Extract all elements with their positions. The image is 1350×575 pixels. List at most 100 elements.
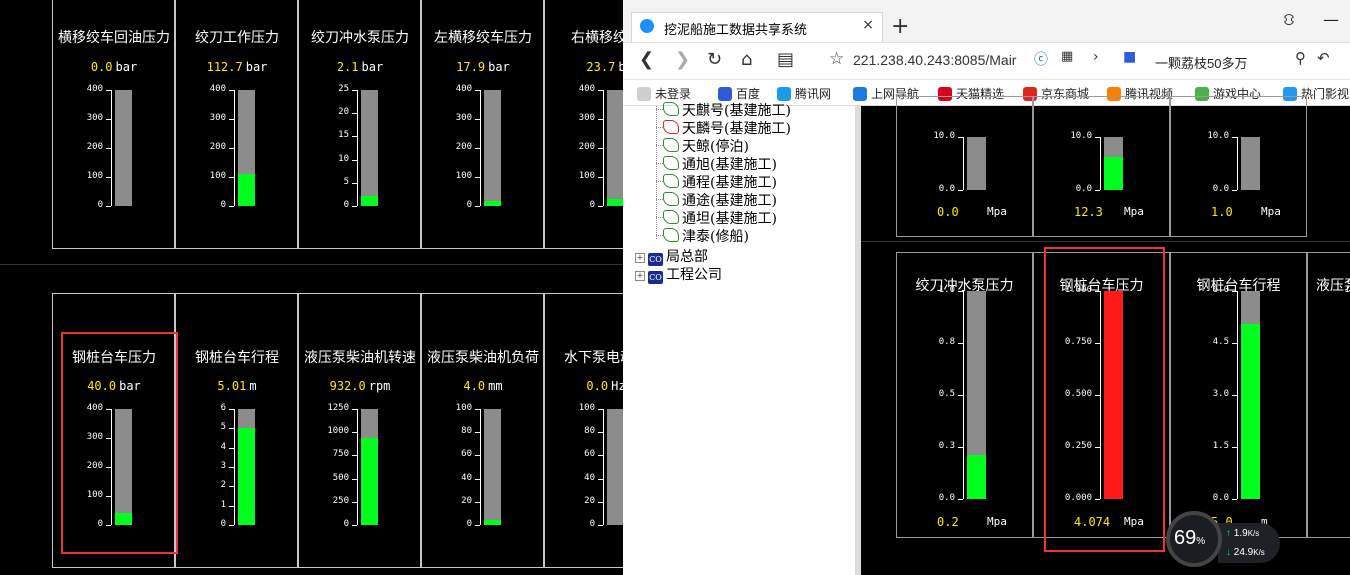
gauge-title: 横移绞车回油压力: [58, 30, 170, 46]
gauge-axis: [603, 90, 604, 206]
gauge-value: 0.0: [937, 205, 959, 219]
gauge-tick-label: 1250: [327, 403, 349, 413]
chevron-right-icon[interactable]: ›: [1093, 49, 1099, 65]
reload-icon[interactable]: ↻: [707, 49, 722, 70]
search-icon[interactable]: ⚲: [1295, 49, 1306, 67]
gauge-tick-label: 60: [584, 449, 595, 460]
gauge-tick-label: 1000: [1344, 285, 1350, 295]
gauge-tick-label: 300: [578, 113, 595, 123]
gauge-tick-label: 60: [461, 449, 472, 460]
star-icon[interactable]: ☆: [829, 49, 844, 69]
gauge-unit: bar: [245, 60, 268, 74]
gauge-tick-label: 200: [578, 142, 595, 152]
gauge-tick: [475, 409, 480, 410]
tree-node-vessel[interactable]: 通旭(基建施工): [663, 154, 777, 174]
gauge-tick: [229, 148, 234, 149]
gauge-tick-label: 100: [455, 403, 472, 413]
gauge-tick-label: 1.0: [938, 285, 955, 295]
tree-node-vessel[interactable]: 天麒号(基建施工): [663, 100, 791, 120]
bookmark-label: 热门影视: [1301, 87, 1350, 101]
tree-node-vessel[interactable]: 通坦(基建施工): [663, 208, 777, 228]
gauge-title: 钢桩台车行程: [195, 350, 279, 366]
gauge-tick-label: 3.0: [1212, 389, 1229, 399]
shirt-icon[interactable]: ⛻: [1283, 10, 1295, 31]
minimize-icon[interactable]: —: [1323, 10, 1339, 29]
download-rate: ↓ 24.9K/s: [1226, 547, 1265, 558]
gauge-bar-fill: [1104, 157, 1123, 190]
gauge-bar-track: [1241, 137, 1260, 190]
vessel-icon: [663, 192, 679, 206]
undo-icon[interactable]: ↶: [1317, 49, 1330, 67]
tree-node-label: 局总部: [666, 249, 708, 265]
vessel-icon: [663, 156, 679, 170]
gauge-tick-label: 0.3: [938, 441, 955, 451]
bookmark-icon: [853, 87, 867, 101]
tree-node-group[interactable]: + CO 局总部: [635, 246, 708, 266]
gauge-unit: rpm: [368, 379, 391, 393]
tab-active[interactable]: 挖泥船施工数据共享系统 ×: [631, 12, 883, 42]
gauge-axis: [234, 409, 235, 525]
gauge-cell: 液压泵1000750500250: [1307, 252, 1350, 538]
gauge-tick: [598, 148, 603, 149]
gauge-reading: 0.0 bar: [53, 60, 175, 74]
address-bar[interactable]: 221.238.40.243:8085/Mair: [853, 52, 1016, 68]
gauge-tick: [1232, 137, 1237, 138]
back-icon[interactable]: ❮: [639, 49, 654, 70]
gauge-tick: [352, 206, 357, 207]
row-divider: [0, 264, 625, 265]
qr-icon[interactable]: ▦: [1061, 49, 1073, 64]
gauge-tick-label: 5: [220, 422, 226, 433]
reader-icon[interactable]: ▤: [777, 49, 794, 70]
new-tab-button[interactable]: +: [891, 14, 909, 39]
gauge-tick: [958, 395, 963, 396]
gauge-tick: [352, 501, 357, 503]
row-divider: [861, 241, 1350, 242]
highlight-box: [1044, 247, 1165, 552]
search-suggestion[interactable]: 一颗荔枝50多万: [1155, 53, 1247, 72]
gauge-bar-fill: [484, 520, 501, 525]
tree-node-vessel[interactable]: 天麟号(基建施工): [663, 118, 791, 138]
gauge-unit: Mpa: [987, 515, 1007, 528]
tree-node-vessel[interactable]: 通途(基建施工): [663, 190, 777, 210]
gauge-unit: bar: [488, 60, 510, 74]
baidu-search-icon[interactable]: ■: [1123, 49, 1136, 65]
gauge-tick: [475, 90, 480, 91]
gauge-reading: 932.0 rpm: [299, 379, 421, 393]
gauge-tick: [352, 455, 357, 457]
gauge-tick: [1095, 190, 1100, 191]
tree-node-vessel[interactable]: 天鲸(停泊): [663, 136, 749, 156]
gauge-tick-label: 0: [589, 200, 595, 210]
ie-mode-icon[interactable]: ⓒ: [1034, 49, 1048, 69]
gauge-tick-label: 0.0: [1212, 493, 1229, 503]
gauge-bar-track: [115, 90, 132, 206]
gauge-cell: 液压泵柴油机负荷 4.0 mm 100 80 60 40 20 0: [421, 293, 544, 568]
gauge-cell: 10.0 0.0 0.0 Mpa: [896, 96, 1033, 237]
gauge-tick-label: 100: [578, 171, 595, 181]
expand-icon[interactable]: +: [635, 271, 645, 281]
gauge-tick: [352, 182, 357, 184]
gauge-cell: 横移绞车回油压力 0.0 bar 400 300 200 100 0: [52, 0, 175, 249]
gauge-bar-track: [361, 90, 378, 206]
network-speed-widget[interactable]: ↑ 1.9K/s ↓ 24.9K/s 69%: [1166, 511, 1282, 573]
gauge-bar-fill: [1241, 324, 1260, 499]
expand-icon[interactable]: +: [635, 253, 645, 263]
gauge-tick-label: 1.5: [1212, 441, 1229, 451]
gauge-bar-track: [607, 409, 624, 525]
tree-node-group[interactable]: + CO 工程公司: [635, 264, 722, 284]
gauge-tick: [475, 177, 480, 178]
gauge-tick-label: 4: [220, 441, 226, 452]
vessel-icon: [663, 138, 679, 152]
tree-node-label: 通途(基建施工): [682, 193, 777, 209]
gauge-axis: [1237, 291, 1238, 499]
gauge-tick-label: 0: [466, 519, 472, 529]
tree-node-vessel[interactable]: 津泰(修船): [663, 226, 749, 246]
vessel-icon: [663, 102, 679, 116]
forward-icon[interactable]: ❯: [675, 49, 690, 70]
gauge-axis: [234, 90, 235, 206]
gauge-tick-label: 5: [343, 176, 349, 187]
close-tab-icon[interactable]: ×: [862, 17, 874, 33]
tree-node-vessel[interactable]: 通程(基建施工): [663, 172, 777, 192]
gauge-tick-label: 20: [338, 107, 349, 118]
gauge-cell: 10.0 0.0 1.0 Mpa: [1170, 96, 1307, 237]
home-icon[interactable]: ⌂: [741, 49, 752, 70]
